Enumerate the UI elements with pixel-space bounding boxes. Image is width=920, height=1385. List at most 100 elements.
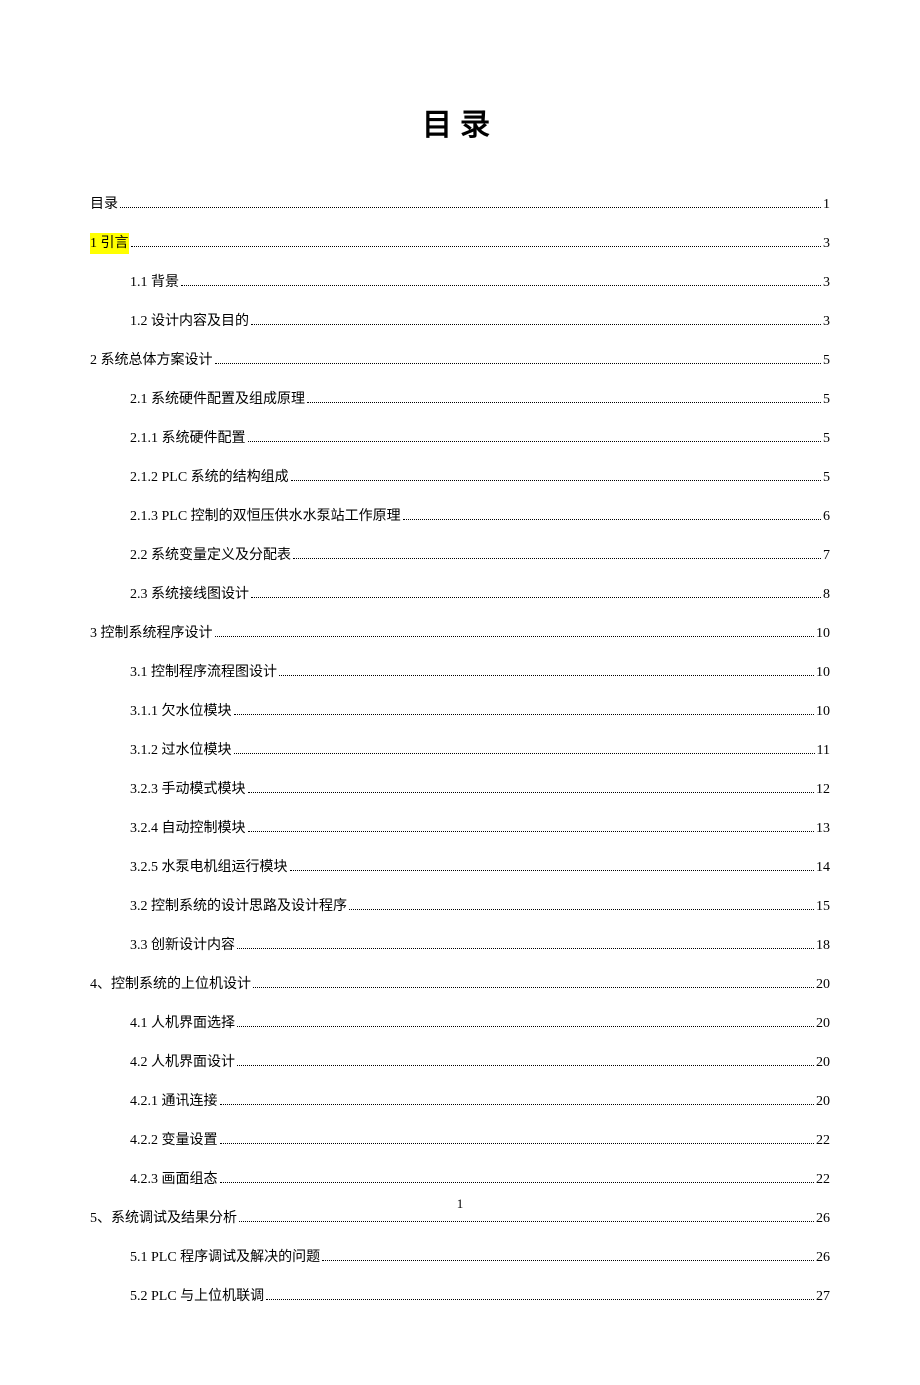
toc-leader-dots — [322, 1260, 814, 1261]
toc-entry: 2 系统总体方案设计 5 — [90, 350, 830, 371]
toc-entry-page: 7 — [823, 545, 830, 566]
toc-entry-page: 22 — [816, 1169, 830, 1190]
toc-leader-dots — [251, 324, 821, 325]
toc-entry: 4、控制系统的上位机设计 20 — [90, 974, 830, 995]
toc-entry-label: 4.2.2 变量设置 — [130, 1130, 218, 1151]
toc-entry: 3.1.1 欠水位模块 10 — [90, 701, 830, 722]
toc-entry: 1.1 背景 3 — [90, 272, 830, 293]
toc-entry-label: 3 控制系统程序设计 — [90, 623, 213, 644]
toc-entry-page: 10 — [816, 701, 830, 722]
toc-entry: 4.2.3 画面组态 22 — [90, 1169, 830, 1190]
toc-entry-page: 10 — [816, 623, 830, 644]
toc-entry-page: 3 — [823, 311, 830, 332]
toc-entry-label: 4.2.1 通讯连接 — [130, 1091, 218, 1112]
toc-entry: 5.1 PLC 程序调试及解决的问题26 — [90, 1247, 830, 1268]
toc-leader-dots — [237, 1065, 814, 1066]
toc-entry: 2.1 系统硬件配置及组成原理 5 — [90, 389, 830, 410]
toc-entry: 3.2.4 自动控制模块 13 — [90, 818, 830, 839]
toc-leader-dots — [239, 1221, 814, 1222]
toc-entry-label: 5.2 PLC 与上位机联调 — [130, 1286, 264, 1307]
toc-entry: 5.2 PLC 与上位机联调 27 — [90, 1286, 830, 1307]
toc-entry-page: 12 — [816, 779, 830, 800]
toc-entry-label: 5.1 PLC 程序调试及解决的问题 — [130, 1247, 320, 1268]
toc-entry-label: 3.2 控制系统的设计思路及设计程序 — [130, 896, 347, 917]
toc-leader-dots — [120, 207, 821, 208]
toc-leader-dots — [403, 519, 821, 520]
toc-leader-dots — [248, 831, 815, 832]
toc-entry: 2.1.1 系统硬件配置 5 — [90, 428, 830, 449]
toc-entry-label: 1.1 背景 — [130, 272, 179, 293]
toc-entry-page: 5 — [823, 428, 830, 449]
toc-entry-page: 10 — [816, 662, 830, 683]
toc-entry-page: 11 — [817, 740, 830, 761]
toc-entry-page: 15 — [816, 896, 830, 917]
toc-entry-page: 22 — [816, 1130, 830, 1151]
toc-entry-label: 3.3 创新设计内容 — [130, 935, 235, 956]
table-of-contents: 目录11 引言31.1 背景31.2 设计内容及目的32 系统总体方案设计52.… — [90, 194, 830, 1307]
toc-leader-dots — [248, 792, 815, 793]
toc-entry-label: 2.1.3 PLC 控制的双恒压供水水泵站工作原理 — [130, 506, 401, 527]
toc-leader-dots — [215, 363, 822, 364]
toc-entry: 3.2 控制系统的设计思路及设计程序 15 — [90, 896, 830, 917]
toc-entry-page: 5 — [823, 467, 830, 488]
toc-entry-page: 20 — [816, 1052, 830, 1073]
toc-entry-label: 3.2.3 手动模式模块 — [130, 779, 246, 800]
toc-entry-page: 5 — [823, 389, 830, 410]
toc-entry-label: 4.2.3 画面组态 — [130, 1169, 218, 1190]
toc-entry-page: 3 — [823, 233, 830, 254]
toc-entry-label: 1.2 设计内容及目的 — [130, 311, 249, 332]
toc-leader-dots — [349, 909, 814, 910]
toc-entry: 4.2.2 变量设置 22 — [90, 1130, 830, 1151]
toc-entry-label: 2.1.2 PLC 系统的结构组成 — [130, 467, 289, 488]
toc-entry-page: 1 — [823, 194, 830, 215]
toc-entry-label: 3.1 控制程序流程图设计 — [130, 662, 277, 683]
toc-entry-label: 2.3 系统接线图设计 — [130, 584, 249, 605]
toc-leader-dots — [293, 558, 821, 559]
toc-leader-dots — [279, 675, 814, 676]
toc-entry: 2.1.2 PLC 系统的结构组成 5 — [90, 467, 830, 488]
toc-leader-dots — [220, 1104, 815, 1105]
toc-entry: 3.2.3 手动模式模块 12 — [90, 779, 830, 800]
toc-entry-label: 4.2 人机界面设计 — [130, 1052, 235, 1073]
toc-leader-dots — [253, 987, 814, 988]
toc-entry-label: 2.1 系统硬件配置及组成原理 — [130, 389, 305, 410]
toc-leader-dots — [307, 402, 821, 403]
toc-entry: 4.1 人机界面选择 20 — [90, 1013, 830, 1034]
document-page: 目录 目录 1 1 引言3 1.1 背景 3 1.2 设计内容及目的 3 2 系统总体方案设计… — [0, 0, 920, 1385]
toc-entry-label: 2 系统总体方案设计 — [90, 350, 213, 371]
toc-entry-page: 20 — [816, 1091, 830, 1112]
toc-leader-dots — [290, 870, 815, 871]
toc-entry-page: 27 — [816, 1286, 830, 1307]
footer-page-number: 1 — [0, 1196, 920, 1212]
toc-entry: 1.2 设计内容及目的 3 — [90, 311, 830, 332]
toc-entry-label: 3.2.4 自动控制模块 — [130, 818, 246, 839]
toc-leader-dots — [181, 285, 821, 286]
toc-entry-label: 3.2.5 水泵电机组运行模块 — [130, 857, 288, 878]
toc-leader-dots — [220, 1143, 815, 1144]
page-title: 目录 — [90, 100, 830, 144]
toc-entry-page: 5 — [823, 350, 830, 371]
toc-entry: 3 控制系统程序设计 10 — [90, 623, 830, 644]
toc-entry-page: 20 — [816, 974, 830, 995]
toc-entry-label: 2.2 系统变量定义及分配表 — [130, 545, 291, 566]
toc-leader-dots — [251, 597, 821, 598]
toc-leader-dots — [234, 714, 815, 715]
toc-entry-page: 13 — [816, 818, 830, 839]
toc-entry-label: 4.1 人机界面选择 — [130, 1013, 235, 1034]
toc-entry: 3.1 控制程序流程图设计 10 — [90, 662, 830, 683]
toc-entry: 2.2 系统变量定义及分配表 7 — [90, 545, 830, 566]
toc-entry-page: 20 — [816, 1013, 830, 1034]
toc-entry-label: 4、控制系统的上位机设计 — [90, 974, 251, 995]
toc-entry: 3.2.5 水泵电机组运行模块14 — [90, 857, 830, 878]
toc-entry-page: 18 — [816, 935, 830, 956]
toc-entry: 1 引言3 — [90, 233, 830, 254]
toc-entry-page: 8 — [823, 584, 830, 605]
toc-entry-label: 2.1.1 系统硬件配置 — [130, 428, 246, 449]
toc-entry-label: 目录 — [90, 194, 118, 215]
toc-leader-dots — [215, 636, 815, 637]
toc-entry: 目录 1 — [90, 194, 830, 215]
toc-entry-page: 6 — [823, 506, 830, 527]
toc-entry-label: 3.1.1 欠水位模块 — [130, 701, 232, 722]
toc-entry-page: 3 — [823, 272, 830, 293]
toc-entry: 3.1.2 过水位模块11 — [90, 740, 830, 761]
